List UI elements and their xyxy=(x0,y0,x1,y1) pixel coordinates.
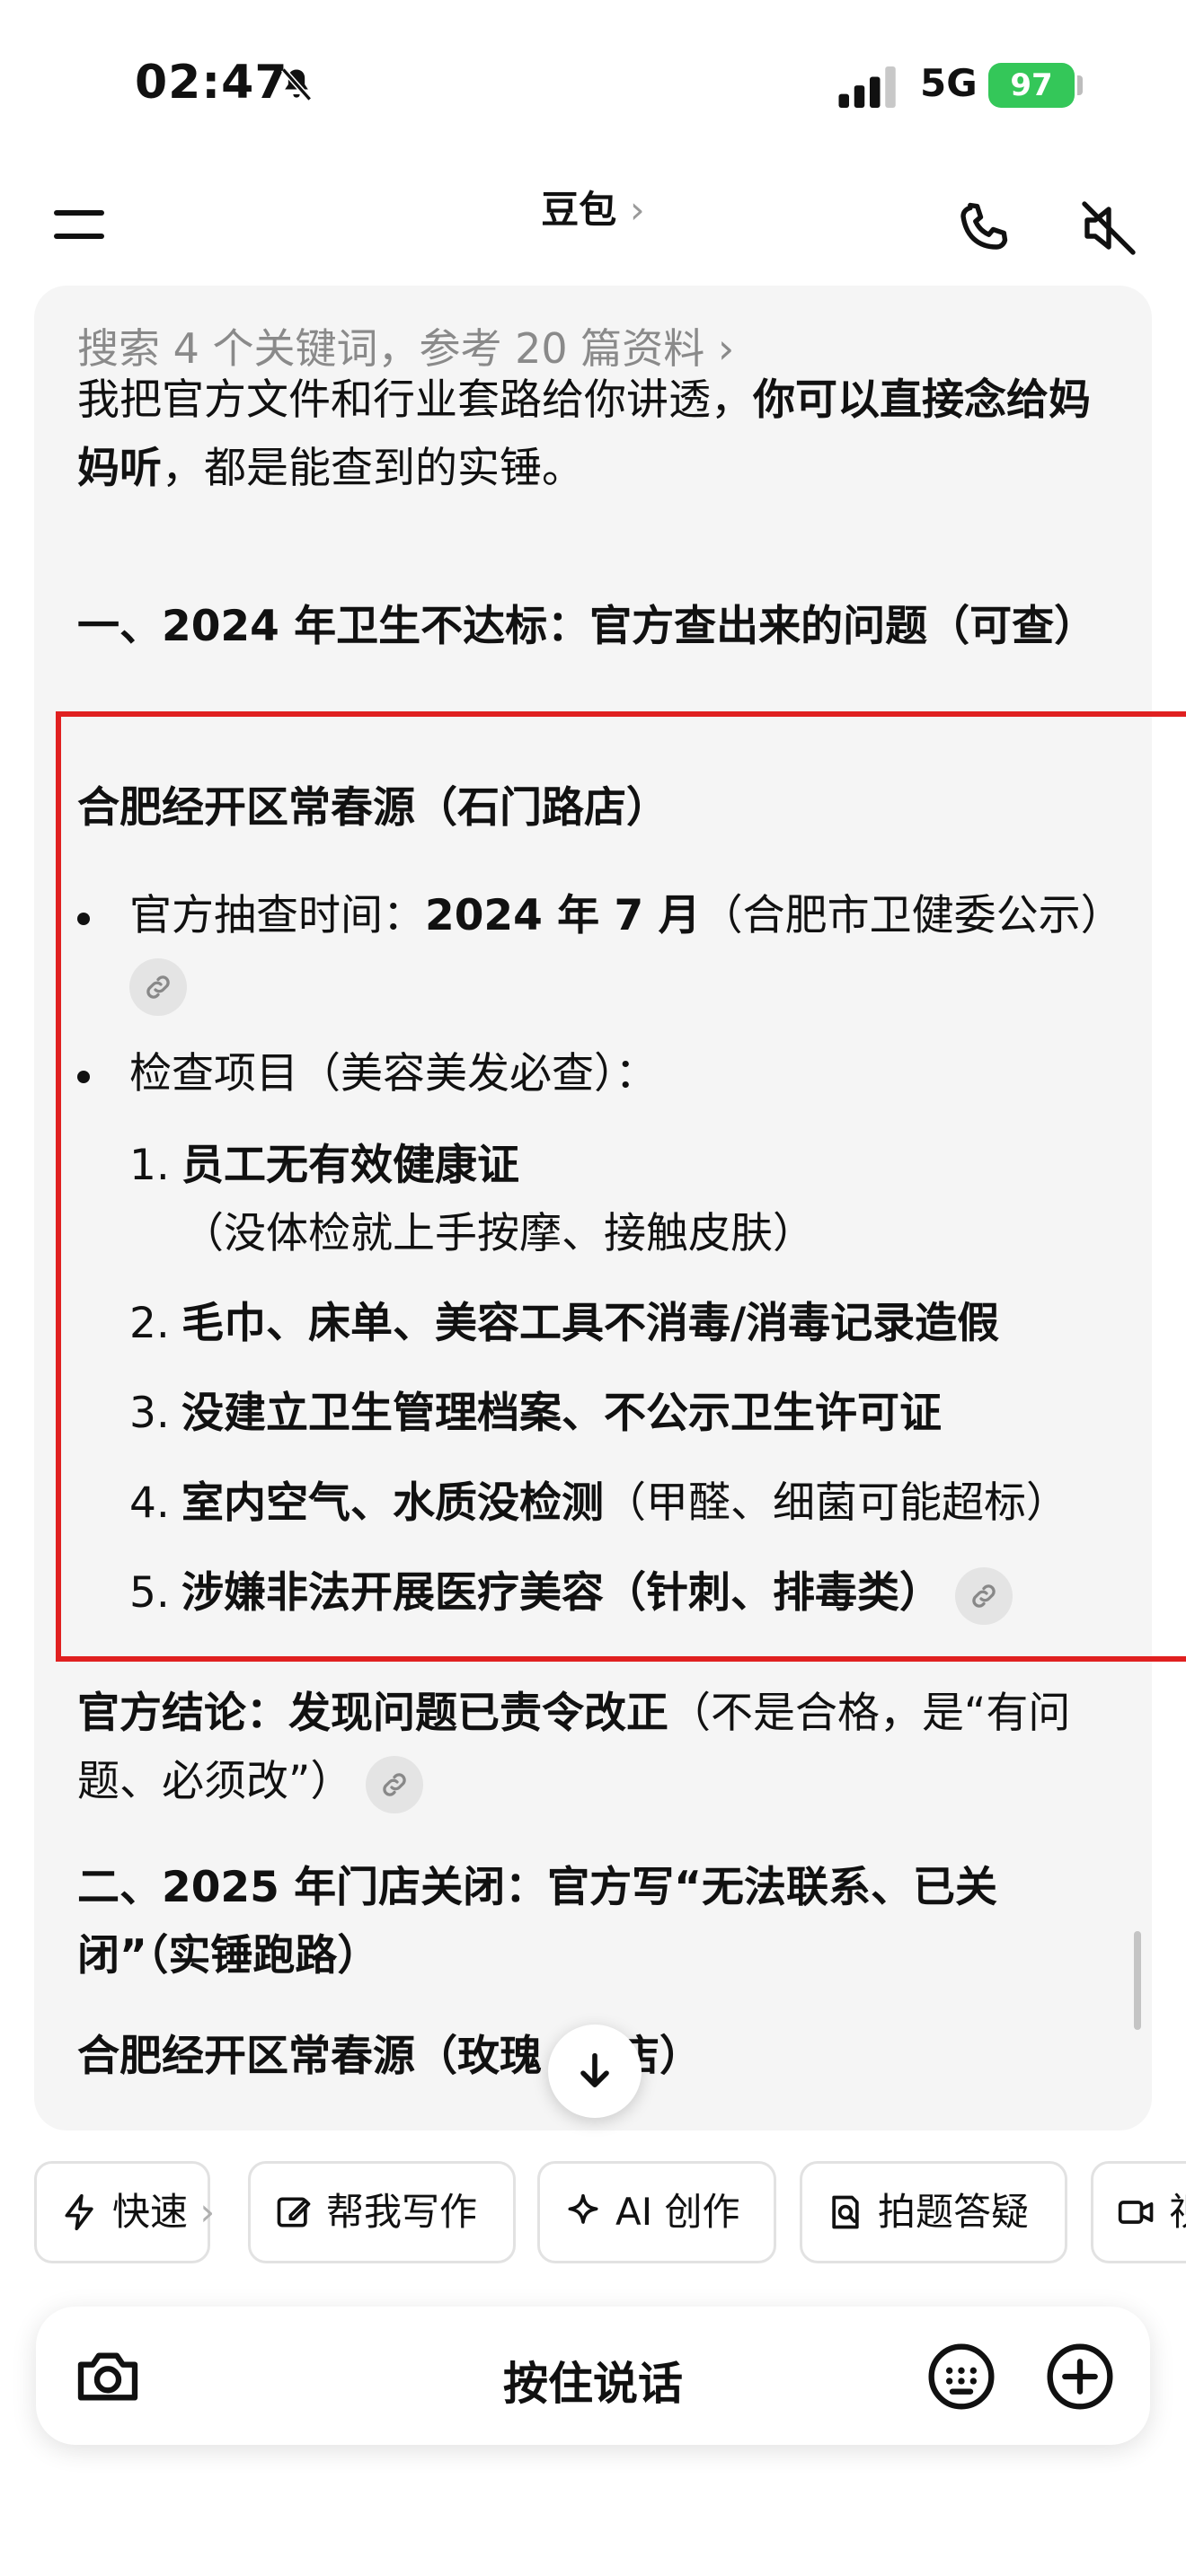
video-icon xyxy=(1118,2201,1154,2224)
quick-action-label: 拍题答疑 xyxy=(878,2190,1030,2234)
keyboard-icon[interactable] xyxy=(925,2341,997,2413)
quick-action-label: 视 xyxy=(1169,2164,1186,2261)
quick-action-label: 快速 › xyxy=(112,2190,216,2234)
battery-level: 97 xyxy=(988,63,1075,108)
conclusion-bold: 官方结论：发现问题已责令改正 xyxy=(77,1689,668,1738)
scrollbar-thumb[interactable] xyxy=(1134,1931,1141,2030)
edit-icon xyxy=(277,2197,311,2228)
quick-action-label: 帮我写作 xyxy=(326,2190,478,2234)
highlight-box xyxy=(56,711,1186,1662)
quick-action-photo-question[interactable]: 拍题答疑 xyxy=(800,2161,1067,2263)
battery-cap xyxy=(1077,75,1083,95)
section-heading-2: 二、2025 年门店关闭：官方写“无法联系、已关闭”（实锤跑路） xyxy=(77,1863,998,1981)
quick-action-label: AI 创作 xyxy=(615,2190,740,2234)
cellular-signal-icon xyxy=(838,66,896,108)
nav-bar: 豆包 › xyxy=(0,171,1186,278)
arrow-down-icon xyxy=(580,2052,609,2087)
input-bar: 按住说话 xyxy=(36,2307,1150,2445)
conclusion-paragraph: 官方结论：发现问题已责令改正（不是合格，是“有问题、必须改”） xyxy=(77,1680,1120,1816)
intro-text-2: ，都是能查到的实锤。 xyxy=(162,444,584,493)
status-bar: 02:47 5G 97 xyxy=(0,0,1186,171)
sparkle-icon xyxy=(568,2193,598,2224)
quick-action-writing[interactable]: 帮我写作 xyxy=(248,2161,516,2263)
phone-icon[interactable] xyxy=(952,196,1017,260)
network-type: 5G xyxy=(920,61,978,105)
scroll-to-bottom-button[interactable] xyxy=(548,2025,642,2118)
intro-paragraph: 我把官方文件和行业套路给你讲透，你可以直接念给妈妈听，都是能查到的实锤。 xyxy=(77,366,1120,503)
chevron-right-icon: › xyxy=(629,188,645,232)
status-time: 02:47 xyxy=(135,56,288,110)
quick-actions-row: 快速 › 帮我写作 AI 创作 拍题答疑 视 xyxy=(0,2161,1186,2269)
store-name-2-text: 合肥经开区常春源（玫瑰 xyxy=(77,2032,542,2081)
lightning-icon xyxy=(65,2193,93,2231)
quick-action-ai-create[interactable]: AI 创作 xyxy=(537,2161,776,2263)
scan-question-icon xyxy=(832,2195,859,2229)
quick-action-fast[interactable]: 快速 › xyxy=(34,2161,215,2263)
speaker-muted-icon[interactable] xyxy=(1076,196,1141,260)
bell-muted-icon xyxy=(280,67,313,101)
source-link-icon[interactable] xyxy=(366,1755,424,1813)
quick-action-video[interactable]: 视 xyxy=(1091,2161,1186,2263)
intro-text-1: 我把官方文件和行业套路给你讲透， xyxy=(77,375,753,425)
nav-title-text: 豆包 xyxy=(541,188,617,232)
section-heading-1: 一、2024 年卫生不达标：官方查出来的问题（可查） xyxy=(77,602,1097,651)
plus-icon[interactable] xyxy=(1044,2341,1116,2413)
